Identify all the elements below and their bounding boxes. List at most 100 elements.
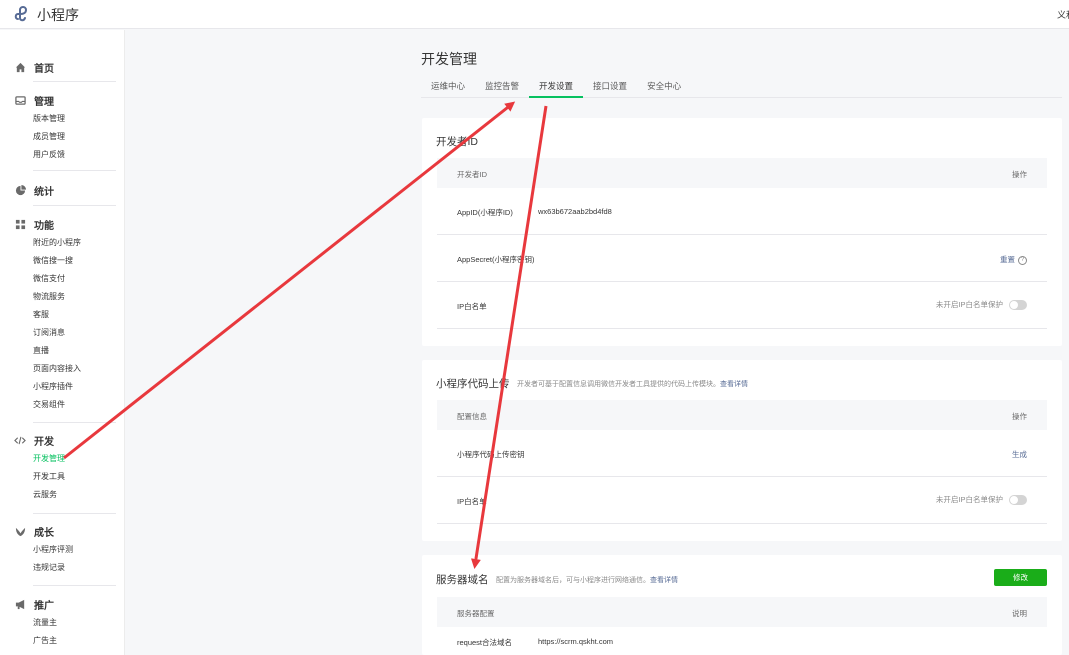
sidebar-item-search[interactable]: 微信搜一搜 [14,252,110,270]
sidebar-group-label: 统计 [34,186,54,198]
sidebar-group-features: 功能 附近的小程序 微信搜一搜 微信支付 物流服务 客服 订阅消息 直播 页面内… [14,214,110,414]
sidebar-item-traffic-owner[interactable]: 流量主 [14,614,110,632]
divider [33,513,116,514]
table-header: 开发者ID 操作 [437,158,1047,188]
divider [33,170,116,171]
sidebar-item-feedback[interactable]: 用户反馈 [14,146,110,164]
tab-monitoring[interactable]: 监控告警 [475,78,529,97]
sidebar-item-advertiser[interactable]: 广告主 [14,632,110,650]
sidebar-item-nearby[interactable]: 附近的小程序 [14,234,110,252]
generate-link[interactable]: 生成 [1012,449,1027,460]
sidebar-group-label: 管理 [34,96,54,108]
divider [33,205,116,206]
table-header: 服务器配置 说明 [437,597,1047,627]
sidebar-group-label: 功能 [34,220,54,232]
sidebar-group-home[interactable]: 首页 [14,57,110,77]
sidebar-group-manage: 管理 版本管理 成员管理 用户反馈 [14,90,110,164]
tab-dev-settings[interactable]: 开发设置 [529,78,584,98]
pie-chart-icon [14,184,26,196]
details-link[interactable]: 查看详情 [650,577,678,584]
ip-whitelist-label: IP白名单 [457,302,487,311]
table-row: IP白名单 未开启IP白名单保护 [437,477,1047,524]
app-title[interactable]: 小程序 [37,5,79,25]
table-row: AppSecret(小程序密钥) 重置? [437,235,1047,282]
grid-icon [14,218,26,230]
sidebar-item-members[interactable]: 成员管理 [14,128,110,146]
table-row: IP白名单 未开启IP白名单保护 [437,282,1047,329]
leaf-icon [14,525,26,537]
tab-security-center[interactable]: 安全中心 [637,78,691,97]
modify-button[interactable]: 修改 [994,569,1047,586]
server-domain-card: 服务器域名 配置为服务器域名后，可与小程序进行网络通信。查看详情 修改 服务器配… [422,555,1062,655]
card-title: 服务器域名 [436,574,489,586]
sidebar-item-version[interactable]: 版本管理 [14,110,110,128]
sidebar-group-label: 成长 [34,527,54,539]
sidebar-group-promotion: 推广 流量主 广告主 [14,594,110,650]
server-domain-table: 服务器配置 说明 request合法域名 https://scrm.qskht.… [437,597,1047,655]
ip-whitelist-toggle[interactable] [1009,495,1027,506]
sidebar-item-service[interactable]: 客服 [14,306,110,324]
developer-id-table: 开发者ID 操作 AppID(小程序ID) wx63b672aab2bd4fd8… [437,158,1047,329]
ip-whitelist-label: IP白名单 [457,497,487,506]
table-row: request合法域名 https://scrm.qskht.com [437,627,1047,655]
card-description: 开发者可基于配置信息调用微信开发者工具提供的代码上传模块。查看详情 [517,379,748,389]
sidebar-group-label: 首页 [34,63,54,75]
sidebar: 首页 管理 版本管理 成员管理 用户反馈 统计 功能 附近的小程序 微信搜一搜 … [0,30,125,655]
header-right: 说明 [1012,609,1027,618]
sidebar-item-violations[interactable]: 违规记录 [14,559,110,577]
request-domain-value: https://scrm.qskht.com [538,637,614,646]
ip-whitelist-toggle[interactable] [1009,300,1027,311]
sidebar-item-logistics[interactable]: 物流服务 [14,288,110,306]
help-icon[interactable]: ? [1018,255,1027,265]
description-text: 配置为服务器域名后，可与小程序进行网络通信。 [496,577,650,584]
card-title: 开发者ID [436,136,478,148]
appsecret-actions: 重置? [1000,254,1027,265]
user-name[interactable]: 义和 [1057,8,1069,21]
sidebar-item-subscribe[interactable]: 订阅消息 [14,324,110,342]
ip-status-text: 未开启IP白名单保护 [935,495,1003,504]
header-left: 开发者ID [457,170,487,179]
tab-api-settings[interactable]: 接口设置 [583,78,637,97]
reset-link[interactable]: 重置 [1000,255,1015,264]
appid-value: wx63b672aab2bd4fd8 [538,207,612,216]
code-upload-card: 小程序代码上传 开发者可基于配置信息调用微信开发者工具提供的代码上传模块。查看详… [422,360,1062,541]
ip-whitelist-status: 未开启IP白名单保护 [935,494,1027,506]
code-upload-table: 配置信息 操作 小程序代码上传密钥 生成 IP白名单 未开启IP白名单保护 [437,400,1047,524]
page-title: 开发管理 [421,51,477,67]
appsecret-label: AppSecret(小程序密钥) [457,255,535,264]
sidebar-item-dev-manage[interactable]: 开发管理 [14,450,110,468]
table-header: 配置信息 操作 [437,400,1047,430]
code-icon [14,434,26,446]
tab-bar: 运维中心 监控告警 开发设置 接口设置 安全中心 [421,78,1062,98]
megaphone-icon [14,598,26,610]
developer-id-card: 开发者ID 开发者ID 操作 AppID(小程序ID) wx63b672aab2… [422,118,1062,346]
ip-status-text: 未开启IP白名单保护 [935,300,1003,309]
sidebar-group-growth: 成长 小程序评测 违规记录 [14,521,110,577]
tab-ops-center[interactable]: 运维中心 [421,78,475,97]
sidebar-item-page-content[interactable]: 页面内容接入 [14,360,110,378]
sidebar-item-trade[interactable]: 交易组件 [14,396,110,414]
home-icon [14,61,26,73]
sidebar-group-stats[interactable]: 统计 [14,180,110,200]
header-left: 配置信息 [457,412,487,421]
table-row: 小程序代码上传密钥 生成 [437,430,1047,477]
sidebar-item-plugin[interactable]: 小程序插件 [14,378,110,396]
sidebar-item-pay[interactable]: 微信支付 [14,270,110,288]
request-domain-label: request合法域名 [457,638,513,647]
sidebar-item-evaluation[interactable]: 小程序评测 [14,541,110,559]
appid-label: AppID(小程序ID) [457,208,513,217]
upload-key-label: 小程序代码上传密钥 [457,450,525,459]
details-link[interactable]: 查看详情 [720,381,748,388]
card-description: 配置为服务器域名后，可与小程序进行网络通信。查看详情 [496,575,678,585]
header-left: 服务器配置 [457,609,495,618]
inbox-icon [14,94,26,106]
card-title: 小程序代码上传 [436,378,510,390]
sidebar-item-live[interactable]: 直播 [14,342,110,360]
sidebar-item-dev-tools[interactable]: 开发工具 [14,468,110,486]
divider [33,422,116,423]
sidebar-item-cloud[interactable]: 云服务 [14,486,110,504]
description-text: 开发者可基于配置信息调用微信开发者工具提供的代码上传模块。 [517,381,720,388]
ip-whitelist-status: 未开启IP白名单保护 [935,299,1027,311]
mini-program-logo-icon[interactable] [14,5,32,23]
sidebar-group-label: 开发 [34,436,54,448]
